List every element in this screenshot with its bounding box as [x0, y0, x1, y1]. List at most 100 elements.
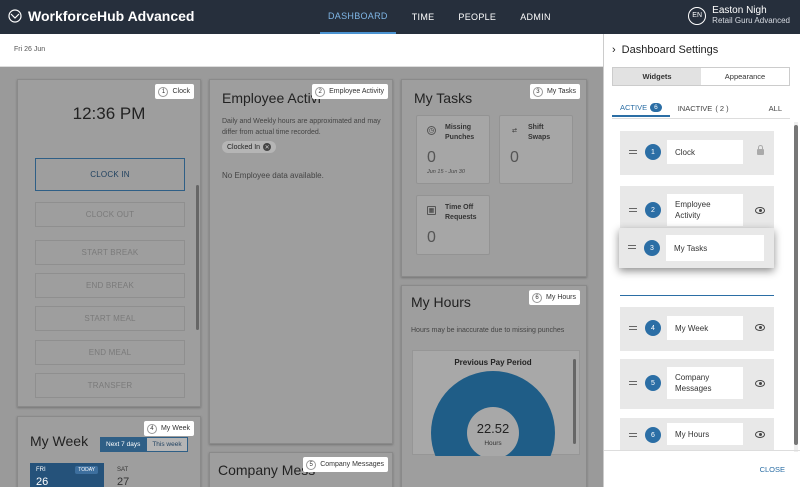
widget-number: 2	[315, 86, 326, 97]
widget-order-number: 5	[645, 375, 661, 391]
swap-icon: ⇄	[511, 128, 518, 134]
widget-number: 5	[306, 459, 317, 470]
widget-name: My Tasks	[666, 235, 764, 261]
activity-note: Daily and Weekly hours are approximated …	[222, 116, 381, 138]
next-7-days-option[interactable]: Next 7 days	[100, 437, 147, 452]
clock-scrollbar[interactable]	[196, 185, 199, 330]
widget-tag-label: My Tasks	[546, 88, 576, 95]
widget-order-number: 4	[645, 320, 661, 336]
clocked-in-filter-chip[interactable]: Clocked In ✕	[222, 141, 277, 153]
panel-title: Dashboard Settings	[621, 44, 719, 56]
top-nav-bar: WorkforceHub Advanced DASHBOARD TIME PEO…	[0, 0, 800, 34]
clock-in-button[interactable]: CLOCK IN	[35, 158, 185, 191]
start-break-button[interactable]: START BREAK	[35, 240, 185, 265]
drag-handle-icon[interactable]	[629, 381, 637, 385]
shift-swaps-tile[interactable]: ⇄ Shift Swaps 0	[499, 115, 573, 184]
task-label-line: Time Off	[445, 204, 474, 211]
clock-out-button[interactable]: CLOCK OUT	[35, 202, 185, 227]
count-badge: 6	[650, 102, 662, 112]
count-label: ( 2 )	[715, 103, 729, 113]
avatar: EN	[688, 6, 707, 25]
eye-icon[interactable]	[755, 324, 765, 331]
panel-scrollbar[interactable]	[794, 122, 798, 452]
widget-tag: 4 My Week	[143, 421, 194, 436]
widget-title: My Hours	[411, 294, 471, 310]
close-button[interactable]: CLOSE	[760, 465, 785, 474]
day-cell[interactable]: FRI TODAY 26	[30, 463, 104, 487]
dragging-widget-row[interactable]: 3 My Tasks	[619, 228, 774, 268]
my-week-widget: My Week 4 My Week Next 7 days This week …	[17, 416, 201, 487]
clock-widget: 1 Clock 12:36 PM CLOCK IN CLOCK OUT STAR…	[17, 79, 201, 407]
task-label: Time Off Requests	[445, 203, 477, 223]
user-menu[interactable]: EN Easton Nigh Retail Guru Advanced	[688, 5, 790, 26]
task-label-line: Shift	[528, 124, 544, 131]
missing-punches-tile[interactable]: ◷ Missing Punches 0 Jun 15 - Jun 30	[416, 115, 490, 184]
widget-row[interactable]: 4 My Week	[620, 307, 774, 351]
filter-label: ACTIVE	[620, 102, 648, 112]
filter-label: INACTIVE	[677, 103, 713, 113]
task-count: 0	[510, 149, 519, 166]
task-label-line: Swaps	[528, 134, 551, 141]
widget-title: Company Mess	[218, 462, 316, 478]
time-off-requests-tile[interactable]: ▦ Time Off Requests 0	[416, 195, 490, 255]
panel-header: › Dashboard Settings	[612, 44, 718, 56]
day-cell[interactable]: SAT 27	[111, 463, 185, 487]
close-icon[interactable]: ✕	[263, 143, 272, 151]
nav-admin[interactable]: ADMIN	[512, 0, 559, 34]
eye-icon[interactable]	[755, 431, 765, 438]
widget-canvas: 1 Clock 12:36 PM CLOCK IN CLOCK OUT STAR…	[0, 67, 603, 487]
widget-number: 4	[146, 423, 157, 434]
user-info: Easton Nigh Retail Guru Advanced	[712, 5, 790, 26]
widget-tag-label: Clock	[172, 88, 190, 95]
hours-scrollbar[interactable]	[573, 359, 576, 444]
filter-all[interactable]: ALL	[761, 99, 790, 117]
transfer-button[interactable]: TRANSFER	[35, 373, 185, 398]
nav-time[interactable]: TIME	[404, 0, 443, 34]
user-role: Retail Guru Advanced	[712, 16, 790, 25]
brand[interactable]: WorkforceHub Advanced	[8, 8, 194, 24]
widget-row[interactable]: 5 Company Messages	[620, 359, 774, 409]
eye-icon[interactable]	[755, 380, 765, 387]
drag-handle-icon[interactable]	[629, 326, 637, 330]
clock-icon: ◷	[427, 126, 436, 135]
day-number: 27	[117, 476, 130, 487]
hours-note: Hours may be inaccurate due to missing p…	[411, 327, 565, 334]
widget-name: My Week	[667, 316, 743, 340]
tab-appearance[interactable]: Appearance	[701, 68, 789, 85]
widget-number: 3	[532, 86, 543, 97]
drag-handle-icon[interactable]	[628, 245, 636, 249]
widget-number: 6	[532, 292, 543, 303]
filter-active[interactable]: ACTIVE 6	[612, 99, 670, 117]
hours-unit: Hours	[484, 440, 502, 447]
widget-row[interactable]: 1 Clock	[620, 131, 774, 175]
task-label-line: Punches	[445, 134, 475, 141]
widget-order-number: 6	[645, 427, 661, 443]
calendar-icon: ▦	[427, 206, 436, 215]
app-title: WorkforceHub Advanced	[28, 8, 195, 24]
drag-handle-icon[interactable]	[629, 208, 637, 212]
this-week-option[interactable]: This week	[146, 437, 188, 452]
day-name: FRI	[36, 467, 46, 473]
widget-tag: 3 My Tasks	[529, 84, 580, 99]
widget-name: My Hours	[667, 423, 743, 445]
drop-indicator	[620, 295, 774, 296]
settings-tabs: Widgets Appearance	[612, 67, 790, 86]
eye-icon[interactable]	[755, 207, 765, 214]
nav-people[interactable]: PEOPLE	[450, 0, 504, 34]
widget-tag-label: Employee Activity	[329, 88, 384, 95]
chevron-right-icon[interactable]: ›	[612, 44, 616, 56]
widget-row[interactable]: 6 My Hours	[620, 418, 774, 450]
drag-handle-icon[interactable]	[629, 433, 637, 437]
widget-title: Employee Activi	[222, 90, 321, 106]
widget-tag: 6 My Hours	[529, 290, 580, 305]
panel-scrollbar-thumb[interactable]	[794, 125, 798, 445]
end-break-button[interactable]: END BREAK	[35, 273, 185, 298]
lock-icon	[757, 145, 764, 155]
drag-handle-icon[interactable]	[629, 150, 637, 154]
activity-empty-state: No Employee data available.	[222, 171, 324, 180]
end-meal-button[interactable]: END MEAL	[35, 340, 185, 365]
filter-inactive[interactable]: INACTIVE ( 2 )	[670, 99, 737, 117]
tab-widgets[interactable]: Widgets	[613, 68, 701, 85]
nav-dashboard[interactable]: DASHBOARD	[320, 0, 396, 34]
start-meal-button[interactable]: START MEAL	[35, 306, 185, 331]
